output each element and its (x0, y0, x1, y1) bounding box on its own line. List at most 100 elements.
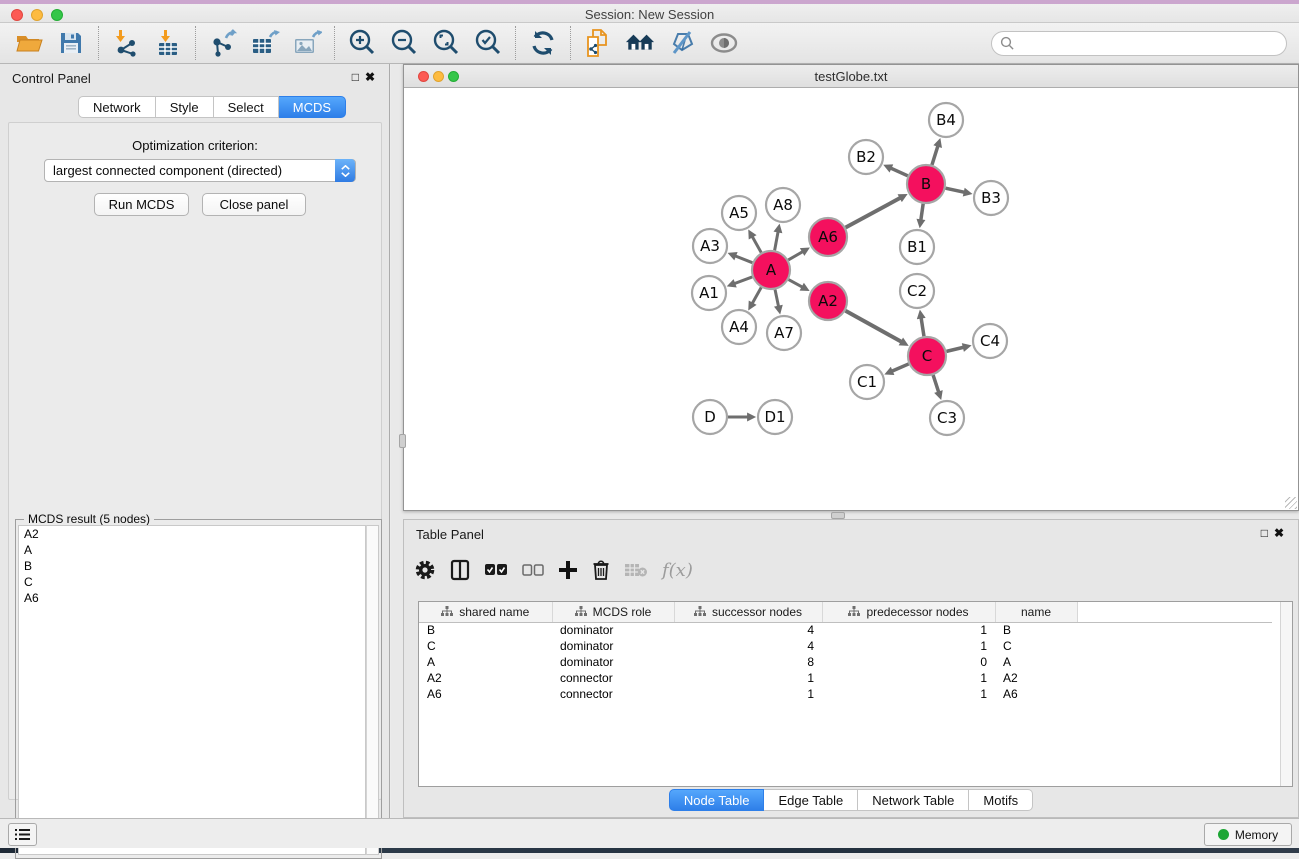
table-row[interactable]: Cdominator41C (419, 638, 1272, 654)
apply-layout-icon[interactable] (528, 28, 558, 58)
tab-style[interactable]: Style (156, 96, 214, 118)
graph-edge-A-A1[interactable] (734, 277, 752, 284)
graph-edge-A-A8[interactable] (775, 232, 778, 251)
graph-edge-C-C4[interactable] (946, 347, 963, 351)
tab-mcds[interactable]: MCDS (279, 96, 346, 118)
graph-node-D[interactable]: D (693, 400, 727, 434)
graph-edge-B-B1[interactable] (921, 204, 923, 220)
graph-edge-A-A6[interactable] (788, 252, 803, 260)
graph-edge-C-C1[interactable] (892, 364, 909, 371)
horizontal-split-handle[interactable] (831, 512, 845, 519)
result-item[interactable]: C (19, 574, 365, 590)
zoom-fit-icon[interactable] (431, 28, 461, 58)
memory-button[interactable]: Memory (1204, 823, 1292, 846)
table-cell[interactable]: connector (552, 670, 674, 686)
table-cell[interactable]: A6 (419, 686, 552, 702)
graph-edge-C-C2[interactable] (921, 318, 924, 337)
graph-node-A7[interactable]: A7 (767, 316, 801, 350)
graph-node-C1[interactable]: C1 (850, 365, 884, 399)
table-cell[interactable]: connector (552, 686, 674, 702)
result-item[interactable]: B (19, 558, 365, 574)
graph-node-A2[interactable]: A2 (809, 282, 847, 320)
table-cell[interactable]: A2 (995, 670, 1077, 686)
graph-node-A6[interactable]: A6 (809, 218, 847, 256)
table-cell[interactable]: dominator (552, 638, 674, 654)
graph-edge-B-B3[interactable] (946, 188, 965, 192)
column-header-MCDS-role[interactable]: MCDS role (552, 602, 674, 622)
tab-network[interactable]: Network (78, 96, 156, 118)
select-all-rows-icon[interactable] (484, 563, 508, 577)
tab-select[interactable]: Select (214, 96, 279, 118)
table-row[interactable]: A6connector11A6 (419, 686, 1272, 702)
graph-node-A4[interactable]: A4 (722, 310, 756, 344)
graph-node-B4[interactable]: B4 (929, 103, 963, 137)
result-list-scrollbar[interactable] (366, 525, 379, 855)
open-session-icon[interactable] (14, 28, 44, 58)
graph-edge-A2-C[interactable] (845, 311, 901, 342)
table-cell[interactable]: 0 (822, 654, 995, 670)
graph-edge-A6-B[interactable] (846, 198, 901, 228)
zoom-selected-icon[interactable] (473, 28, 503, 58)
criterion-select[interactable]: largest connected component (directed) (44, 159, 356, 182)
graph-node-C4[interactable]: C4 (973, 324, 1007, 358)
graph-node-A3[interactable]: A3 (693, 229, 727, 263)
table-cell[interactable]: dominator (552, 654, 674, 670)
window-resize-grip[interactable] (1285, 497, 1297, 509)
graph-node-A8[interactable]: A8 (766, 188, 800, 222)
show-columns-icon[interactable] (450, 559, 470, 581)
graph-node-B[interactable]: B (907, 165, 945, 203)
table-cell[interactable]: 1 (674, 686, 822, 702)
table-row[interactable]: A2connector11A2 (419, 670, 1272, 686)
table-settings-gear-icon[interactable] (414, 559, 436, 581)
home-view-icon[interactable] (625, 28, 655, 58)
table-cell[interactable]: 1 (674, 670, 822, 686)
graph-node-B1[interactable]: B1 (900, 230, 934, 264)
table-row[interactable]: Adominator80A (419, 654, 1272, 670)
table-row[interactable]: Bdominator41B (419, 622, 1272, 638)
graph-edge-A-A5[interactable] (752, 237, 761, 253)
table-cell[interactable]: 1 (822, 670, 995, 686)
close-panel-button[interactable]: Close panel (202, 193, 306, 216)
save-session-icon[interactable] (56, 28, 86, 58)
result-item[interactable]: A2 (19, 526, 365, 542)
table-cell[interactable]: B (995, 622, 1077, 638)
delete-table-icon[interactable] (624, 562, 648, 578)
import-table-icon[interactable] (153, 28, 183, 58)
vertical-split-handle[interactable] (399, 434, 406, 448)
graph-edge-C-C3[interactable] (933, 375, 939, 392)
graph-edge-A-A2[interactable] (789, 280, 803, 288)
new-network-from-selection-icon[interactable] (583, 28, 613, 58)
table-cell[interactable]: A (995, 654, 1077, 670)
graph-edge-A-A7[interactable] (775, 290, 779, 307)
graph-node-B2[interactable]: B2 (849, 140, 883, 174)
table-cell[interactable]: 8 (674, 654, 822, 670)
close-panel-icon[interactable]: ✖ (365, 70, 381, 84)
graph-node-A[interactable]: A (752, 251, 790, 289)
search-field[interactable] (991, 31, 1287, 56)
delete-column-icon[interactable] (592, 559, 610, 581)
graph-node-B3[interactable]: B3 (974, 181, 1008, 215)
table-cell[interactable]: A2 (419, 670, 552, 686)
table-cell[interactable]: 1 (822, 686, 995, 702)
table-cell[interactable]: dominator (552, 622, 674, 638)
result-item[interactable]: A6 (19, 590, 365, 606)
table-cell[interactable]: C (419, 638, 552, 654)
tab-motifs[interactable]: Motifs (969, 789, 1033, 811)
graph-node-C3[interactable]: C3 (930, 401, 964, 435)
float-panel-icon[interactable]: □ (352, 70, 365, 84)
export-table-icon[interactable] (250, 28, 280, 58)
table-cell[interactable]: C (995, 638, 1077, 654)
export-image-icon[interactable] (292, 28, 322, 58)
graph-node-C[interactable]: C (908, 337, 946, 375)
column-header-predecessor-nodes[interactable]: predecessor nodes (822, 602, 995, 622)
graph-node-D1[interactable]: D1 (758, 400, 792, 434)
create-column-icon[interactable] (558, 560, 578, 580)
table-cell[interactable]: A6 (995, 686, 1077, 702)
graph-edge-B-B4[interactable] (932, 146, 938, 165)
close-table-panel-icon[interactable]: ✖ (1274, 526, 1290, 540)
zoom-in-icon[interactable] (347, 28, 377, 58)
export-network-icon[interactable] (208, 28, 238, 58)
show-graphics-details-icon[interactable] (709, 28, 739, 58)
table-cell[interactable]: A (419, 654, 552, 670)
column-header-name[interactable]: name (995, 602, 1077, 622)
